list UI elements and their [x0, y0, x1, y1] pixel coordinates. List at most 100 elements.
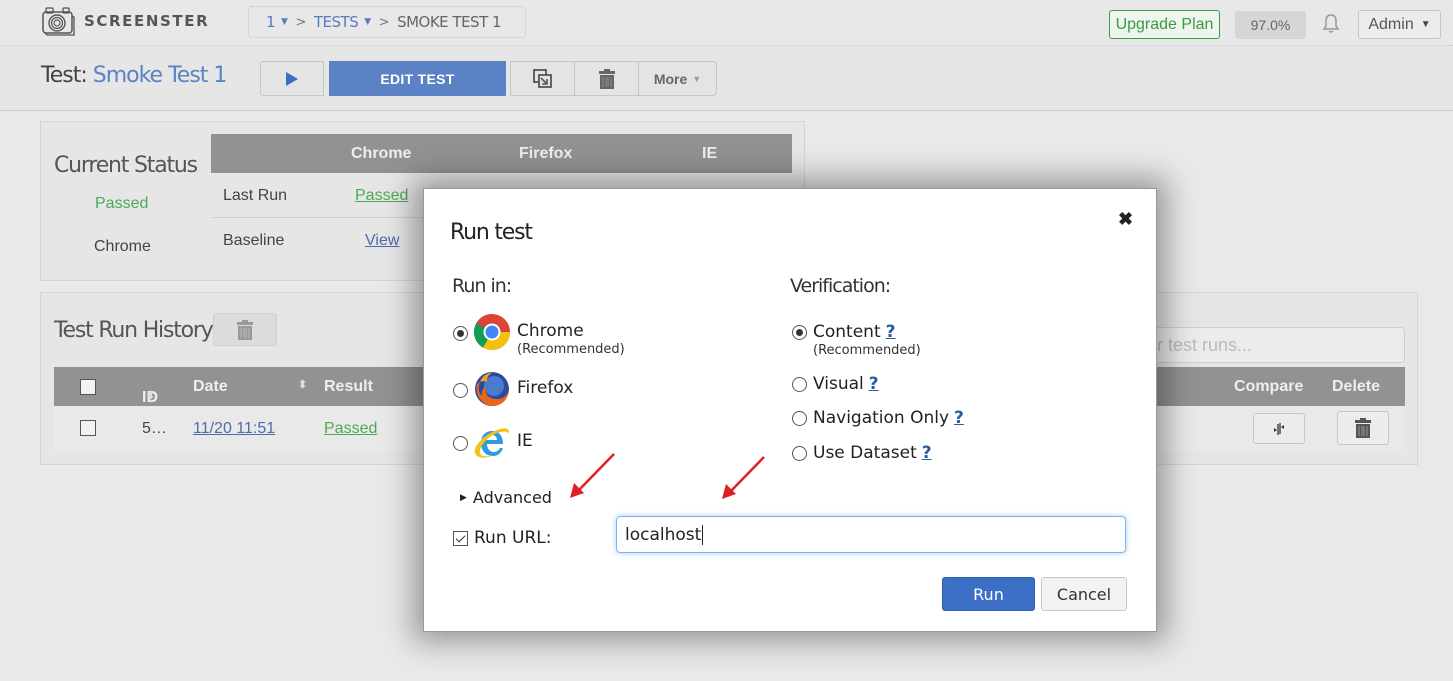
column-result[interactable]: Result: [324, 378, 373, 396]
trash-icon: [237, 319, 253, 340]
row-label: Last Run: [223, 187, 288, 204]
baseline-chrome-view-link[interactable]: View: [365, 232, 399, 250]
caret-down-icon[interactable]: ▼: [281, 17, 288, 27]
dialog-title: Run test: [450, 220, 533, 245]
breadcrumb-separator: >: [378, 14, 390, 30]
delete-runs-button[interactable]: [213, 313, 277, 346]
logo-text: SCREENSTER: [84, 12, 210, 30]
column-date[interactable]: Date: [193, 378, 228, 396]
cancel-button[interactable]: Cancel: [1041, 577, 1127, 611]
column-delete: Delete: [1332, 378, 1381, 395]
filter-test-runs-input[interactable]: ter test runs...: [1131, 327, 1405, 363]
content-help-link[interactable]: ?: [886, 322, 896, 342]
duplicate-button[interactable]: [511, 62, 575, 95]
delete-run-button[interactable]: [1337, 411, 1389, 445]
ie-label: IE: [517, 431, 533, 451]
chrome-label: Chrome: [517, 321, 584, 341]
visual-label: Visual: [813, 374, 864, 394]
test-title-prefix: Test:: [41, 63, 88, 88]
navigation-only-label: Navigation Only: [813, 408, 950, 428]
verification-option-use-dataset[interactable]: Use Dataset?: [792, 444, 932, 462]
chrome-radio[interactable]: [453, 326, 468, 341]
breadcrumb-project[interactable]: 1: [266, 13, 276, 31]
select-all-checkbox[interactable]: [80, 379, 96, 395]
duplicate-icon: [532, 68, 552, 88]
navigation-only-help-link[interactable]: ?: [954, 408, 964, 428]
compare-icon: [1274, 422, 1284, 435]
caret-right-icon: ▶: [460, 492, 467, 503]
column-firefox: Firefox: [519, 144, 573, 162]
row-checkbox[interactable]: [80, 420, 96, 436]
logo[interactable]: SCREENSTER: [41, 5, 209, 37]
visual-radio[interactable]: [792, 377, 807, 392]
run-in-label: Run in:: [452, 275, 512, 297]
test-actions-group: More ▼: [510, 61, 717, 96]
content-label: Content: [813, 322, 881, 342]
run-url-option: Run URL:: [453, 528, 551, 548]
verification-option-content[interactable]: Content? (Recommended): [792, 323, 921, 360]
column-compare: Compare: [1234, 378, 1304, 395]
close-icon[interactable]: ✖: [1118, 209, 1133, 230]
navigation-only-radio[interactable]: [792, 411, 807, 426]
run-test-dialog: Run test ✖ Run in: Verification: Chrome …: [423, 188, 1157, 632]
ie-icon: [474, 428, 510, 458]
verification-option-navigation-only[interactable]: Navigation Only?: [792, 409, 964, 427]
current-status-title: Current Status: [54, 153, 198, 178]
user-menu-button[interactable]: Admin ▼: [1358, 10, 1441, 39]
breadcrumb-current: SMOKE TEST 1: [397, 13, 502, 31]
advanced-toggle[interactable]: ▶ Advanced: [460, 488, 552, 507]
browser-option-chrome[interactable]: Chrome (Recommended): [453, 313, 625, 359]
more-label: More: [653, 70, 688, 87]
more-menu-button[interactable]: More ▼: [639, 62, 716, 95]
test-toolbar: Test: Smoke Test 1 EDIT TEST More ▼: [0, 47, 1453, 111]
current-status-result: Passed: [95, 195, 149, 212]
row-label: Baseline: [223, 232, 285, 249]
run-url-input[interactable]: localhost: [616, 516, 1126, 553]
compare-button[interactable]: [1253, 413, 1305, 444]
verification-option-visual[interactable]: Visual?: [792, 375, 879, 393]
visual-help-link[interactable]: ?: [869, 374, 879, 394]
firefox-radio[interactable]: [453, 383, 468, 398]
text-cursor: [702, 524, 704, 545]
bell-icon[interactable]: [1322, 13, 1340, 40]
breadcrumb-tests[interactable]: TESTS: [314, 13, 359, 31]
play-button[interactable]: [260, 61, 324, 96]
run-id: 5…: [142, 420, 167, 437]
page-title: Test: Smoke Test 1: [41, 63, 227, 88]
content-radio[interactable]: [792, 325, 807, 340]
content-recommended-note: (Recommended): [813, 343, 921, 358]
breadcrumb: 1 ▼ > TESTS ▼ > SMOKE TEST 1: [248, 6, 526, 38]
upgrade-plan-button[interactable]: Upgrade Plan: [1109, 10, 1220, 39]
run-url-checkbox[interactable]: [453, 530, 468, 546]
last-run-chrome-link[interactable]: Passed: [355, 187, 408, 205]
sort-icon[interactable]: ⬍: [298, 378, 307, 391]
chrome-icon: [473, 314, 510, 351]
ie-radio[interactable]: [453, 436, 468, 451]
browser-option-ie[interactable]: IE: [453, 423, 533, 461]
firefox-label: Firefox: [517, 378, 574, 398]
run-date-link[interactable]: 11/20 11:51: [193, 420, 275, 438]
column-chrome: Chrome: [351, 144, 412, 162]
chrome-recommended-note: (Recommended): [517, 342, 625, 357]
use-dataset-help-link[interactable]: ?: [922, 443, 932, 463]
top-navbar: SCREENSTER 1 ▼ > TESTS ▼ > SMOKE TEST 1 …: [0, 0, 1453, 46]
use-dataset-label: Use Dataset: [813, 443, 917, 463]
trash-icon: [1355, 418, 1371, 438]
use-dataset-radio[interactable]: [792, 446, 807, 461]
run-result-link[interactable]: Passed: [324, 420, 377, 438]
caret-down-icon: ▼: [1420, 19, 1431, 30]
firefox-icon: [475, 372, 509, 406]
caret-down-icon[interactable]: ▼: [364, 17, 371, 27]
play-icon: [286, 71, 298, 86]
run-button[interactable]: Run: [942, 577, 1035, 611]
breadcrumb-separator: >: [295, 14, 306, 30]
edit-test-button[interactable]: EDIT TEST: [329, 61, 506, 96]
annotation-arrow-icon: [722, 456, 765, 499]
browser-option-firefox[interactable]: Firefox: [453, 370, 573, 408]
delete-test-button[interactable]: [575, 62, 639, 95]
sort-icon: ⬍: [146, 390, 156, 402]
run-url-label: Run URL:: [474, 528, 552, 548]
caret-down-icon: ▼: [692, 73, 702, 84]
advanced-label: Advanced: [472, 488, 552, 507]
history-title: Test Run History: [54, 318, 214, 343]
